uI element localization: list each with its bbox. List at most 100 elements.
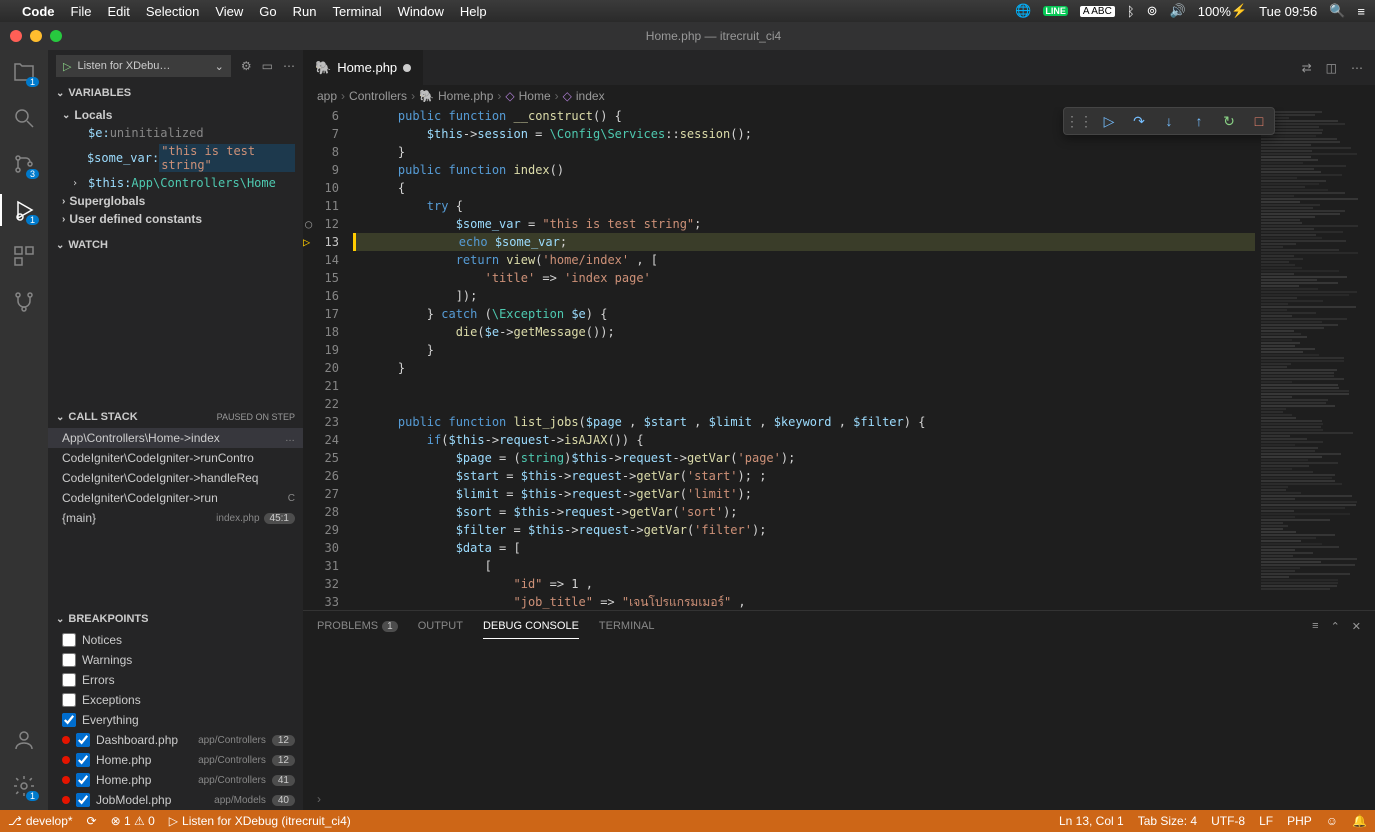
- step-over-icon[interactable]: ↷: [1130, 112, 1148, 130]
- debug-console-icon[interactable]: ▭: [262, 59, 273, 73]
- line-gutter[interactable]: 67891011○12▷1314151617181920212223242526…: [303, 107, 353, 610]
- code-editor[interactable]: public function __construct() { $this->s…: [353, 107, 1255, 610]
- variables-header[interactable]: ⌄VARIABLES: [48, 82, 303, 104]
- var-row[interactable]: ›$this: App\Controllers\Home: [48, 174, 303, 192]
- tab-problems[interactable]: PROBLEMS1: [317, 614, 398, 638]
- more-icon[interactable]: ⋯: [283, 59, 295, 73]
- checkbox[interactable]: [62, 633, 76, 647]
- status-globe-icon[interactable]: 🌐: [1015, 3, 1031, 19]
- callstack-frame[interactable]: CodeIgniter\CodeIgniter->runContro: [48, 448, 303, 468]
- callstack-frame[interactable]: {main}index.php45:1: [48, 508, 303, 528]
- menu-terminal[interactable]: Terminal: [333, 4, 382, 19]
- continue-icon[interactable]: ▷: [1100, 112, 1118, 130]
- locals-header[interactable]: ⌄Locals: [48, 106, 303, 124]
- stop-icon[interactable]: □: [1250, 112, 1268, 130]
- debug-toolbar-float[interactable]: ⋮⋮ ▷ ↷ ↓ ↑ ↻ □: [1063, 107, 1275, 135]
- menu-help[interactable]: Help: [460, 4, 487, 19]
- breakpoint-category[interactable]: Warnings: [48, 650, 303, 670]
- breakpoint-file[interactable]: Home.phpapp/Controllers12: [48, 750, 303, 770]
- filter-icon[interactable]: ≡: [1312, 620, 1318, 633]
- restart-icon[interactable]: ↻: [1220, 112, 1238, 130]
- status-debug[interactable]: ▷ Listen for XDebug (itrecruit_ci4): [169, 814, 351, 828]
- window-zoom-button[interactable]: [50, 30, 62, 42]
- status-volume-icon[interactable]: 🔊: [1170, 3, 1186, 19]
- breakpoint-category[interactable]: Errors: [48, 670, 303, 690]
- status-wifi-icon[interactable]: ⊚: [1147, 3, 1158, 19]
- tab-output[interactable]: OUTPUT: [418, 614, 463, 638]
- status-eol[interactable]: LF: [1259, 814, 1273, 828]
- menu-file[interactable]: File: [71, 4, 92, 19]
- checkbox[interactable]: [76, 793, 90, 807]
- checkbox[interactable]: [76, 733, 90, 747]
- close-panel-icon[interactable]: ✕: [1352, 620, 1361, 633]
- status-feedback-icon[interactable]: ☺: [1326, 814, 1338, 828]
- callstack-frame[interactable]: CodeIgniter\CodeIgniter->handleReq: [48, 468, 303, 488]
- menu-selection[interactable]: Selection: [146, 4, 199, 19]
- breakpoints-header[interactable]: ⌄BREAKPOINTS: [48, 608, 303, 630]
- checkbox[interactable]: [62, 713, 76, 727]
- status-input-source[interactable]: A ABC: [1080, 6, 1115, 17]
- search-icon[interactable]: [12, 106, 36, 130]
- status-branch[interactable]: ⎇ develop*: [8, 814, 73, 828]
- menu-edit[interactable]: Edit: [107, 4, 129, 19]
- step-into-icon[interactable]: ↓: [1160, 112, 1178, 130]
- status-cursor[interactable]: Ln 13, Col 1: [1059, 814, 1124, 828]
- explorer-icon[interactable]: 1: [12, 60, 36, 84]
- start-debug-icon[interactable]: ▷: [63, 60, 71, 73]
- menu-view[interactable]: View: [215, 4, 243, 19]
- breakpoint-category[interactable]: Notices: [48, 630, 303, 650]
- minimap[interactable]: [1255, 107, 1375, 610]
- status-line-icon[interactable]: LINE: [1043, 6, 1068, 16]
- status-battery[interactable]: 100% ⚡: [1198, 3, 1247, 19]
- checkbox[interactable]: [62, 673, 76, 687]
- breakpoint-category[interactable]: Exceptions: [48, 690, 303, 710]
- var-row[interactable]: $some_var: "this is test string": [48, 142, 303, 174]
- window-minimize-button[interactable]: [30, 30, 42, 42]
- tab-home-php[interactable]: 🐘 Home.php: [303, 50, 424, 85]
- gear-icon[interactable]: ⚙: [241, 59, 252, 73]
- tab-debug-console[interactable]: DEBUG CONSOLE: [483, 614, 579, 639]
- menu-go[interactable]: Go: [259, 4, 276, 19]
- checkbox[interactable]: [76, 773, 90, 787]
- status-notifications-icon[interactable]: ≡: [1357, 4, 1365, 19]
- drag-handle-icon[interactable]: ⋮⋮: [1070, 112, 1088, 130]
- more-actions-icon[interactable]: ⋯: [1351, 61, 1363, 75]
- var-row[interactable]: $e: uninitialized: [48, 124, 303, 142]
- status-indent[interactable]: Tab Size: 4: [1138, 814, 1197, 828]
- debug-config-select[interactable]: ▷ Listen for XDebu… ⌄: [56, 55, 231, 77]
- status-time[interactable]: Tue 09:56: [1259, 4, 1317, 19]
- source-control-icon[interactable]: 3: [12, 152, 36, 176]
- status-errors[interactable]: ⊗ 1 ⚠ 0: [111, 814, 155, 828]
- split-editor-icon[interactable]: ◫: [1326, 61, 1337, 75]
- status-bell-icon[interactable]: 🔔: [1352, 814, 1367, 828]
- debug-prompt[interactable]: ›: [303, 788, 1375, 810]
- status-search-icon[interactable]: 🔍: [1329, 3, 1345, 19]
- accounts-icon[interactable]: [12, 728, 36, 752]
- run-debug-icon[interactable]: 1: [12, 198, 36, 222]
- callstack-frame[interactable]: CodeIgniter\CodeIgniter->runC: [48, 488, 303, 508]
- breakpoint-file[interactable]: JobModel.phpapp/Models40: [48, 790, 303, 810]
- status-lang[interactable]: PHP: [1287, 814, 1312, 828]
- checkbox[interactable]: [62, 693, 76, 707]
- superglobals-header[interactable]: ›Superglobals: [48, 192, 303, 210]
- menu-run[interactable]: Run: [293, 4, 317, 19]
- step-out-icon[interactable]: ↑: [1190, 112, 1208, 130]
- callstack-frame[interactable]: App\Controllers\Home->index…: [48, 428, 303, 448]
- extensions-icon[interactable]: [12, 244, 36, 268]
- status-bluetooth-icon[interactable]: ᛒ: [1127, 4, 1135, 19]
- window-close-button[interactable]: [10, 30, 22, 42]
- user-constants-header[interactable]: ›User defined constants: [48, 210, 303, 228]
- collapse-icon[interactable]: ⌃: [1331, 620, 1340, 633]
- callstack-header[interactable]: ⌄CALL STACKPAUSED ON STEP: [48, 406, 303, 428]
- checkbox[interactable]: [76, 753, 90, 767]
- breakpoint-file[interactable]: Home.phpapp/Controllers41: [48, 770, 303, 790]
- compare-changes-icon[interactable]: ⇄: [1302, 61, 1312, 75]
- settings-gear-icon[interactable]: 1: [12, 774, 36, 798]
- git-branch-icon[interactable]: [12, 290, 36, 314]
- watch-header[interactable]: ⌄WATCH: [48, 234, 303, 256]
- checkbox[interactable]: [62, 653, 76, 667]
- status-sync-icon[interactable]: ⟳: [87, 814, 97, 828]
- menu-window[interactable]: Window: [398, 4, 444, 19]
- breakpoint-category[interactable]: Everything: [48, 710, 303, 730]
- debug-console-body[interactable]: [303, 641, 1375, 788]
